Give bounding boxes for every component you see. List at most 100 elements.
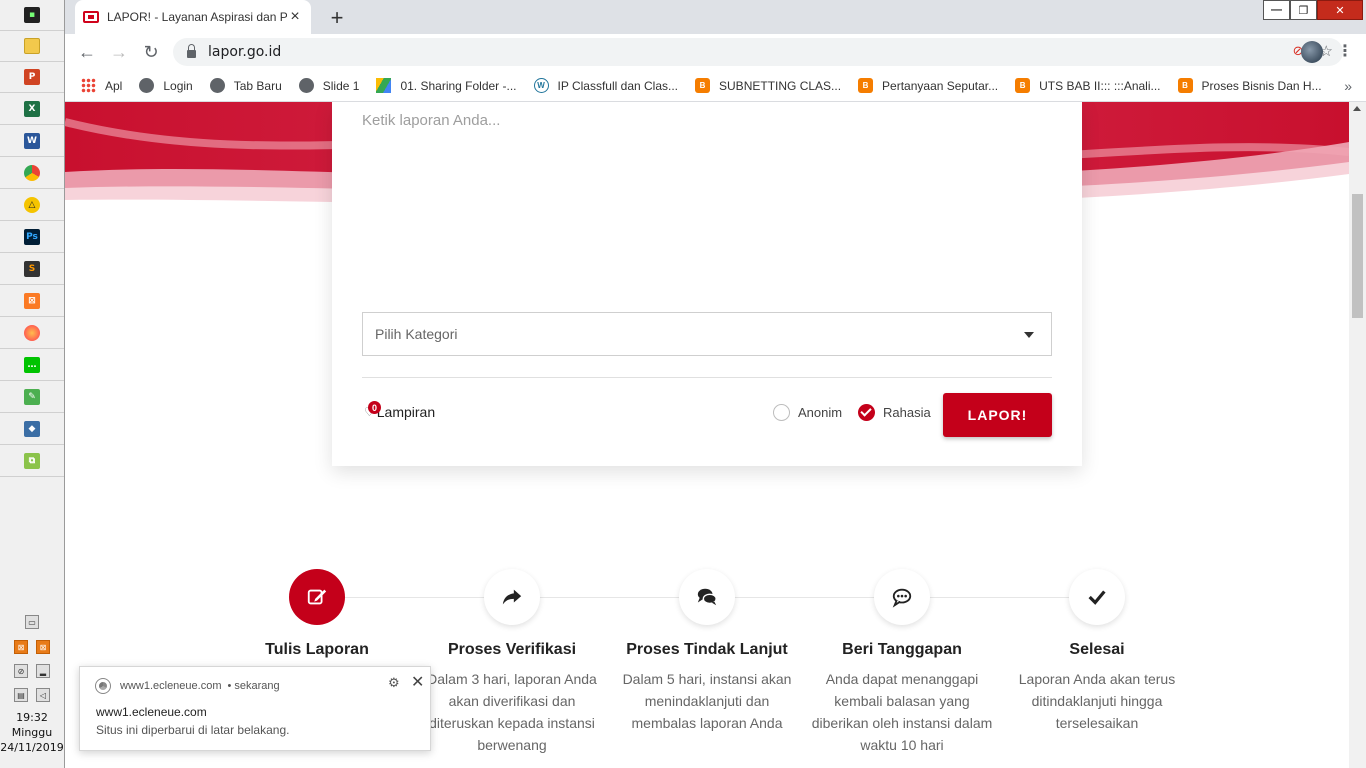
bookmark-sharing-folder[interactable]: 01. Sharing Folder -...: [376, 78, 517, 93]
checkmark-icon: [1069, 569, 1125, 625]
globe-icon: [209, 78, 225, 93]
attachment-label: Lampiran: [376, 404, 436, 420]
blogger-icon: B: [1177, 78, 1193, 93]
notification-time: • sekarang: [227, 680, 280, 692]
taskbar-photoshop-icon[interactable]: Ps: [0, 222, 64, 253]
bookmarks-bar: Apl Login Tab Baru Slide 1 01. Sharing F…: [65, 70, 1366, 102]
bookmark-slide-1[interactable]: Slide 1: [298, 78, 359, 93]
google-drive-icon: [376, 78, 392, 93]
scroll-up-arrow-icon[interactable]: [1353, 106, 1361, 111]
attachment-button[interactable]: ♡0 Lampiran: [364, 401, 436, 420]
report-form-card: Pilih Kategori ♡0 Lampiran Anonim Rahasi…: [332, 102, 1082, 466]
step-title: Tulis Laporan: [265, 641, 369, 658]
bookmarks-overflow-chevron-icon[interactable]: »: [1344, 78, 1352, 94]
blogger-icon: B: [695, 78, 711, 93]
browser-chrome: LAPOR! - Layanan Aspirasi dan Pengaduan …: [65, 0, 1366, 102]
bookmark-login[interactable]: Login: [139, 78, 193, 93]
forward-arrow-icon[interactable]: →: [107, 40, 131, 64]
lapor-submit-button[interactable]: LAPOR!: [943, 393, 1052, 437]
step-title: Beri Tanggapan: [842, 641, 962, 658]
tab-title: LAPOR! - Layanan Aspirasi dan Pengaduan: [107, 10, 287, 24]
clock-time: 19:32: [16, 711, 48, 724]
report-textarea[interactable]: [362, 112, 1052, 292]
new-tab-button[interactable]: +: [323, 4, 351, 32]
taskbar-powerpoint-icon[interactable]: P: [0, 62, 64, 93]
bookmark-uts-bab[interactable]: B UTS BAB II::: :::Anali...: [1015, 78, 1161, 93]
paperclip-icon: ♡0: [364, 401, 381, 419]
close-icon[interactable]: ✕: [411, 672, 424, 692]
tab-close-icon[interactable]: ×: [287, 8, 303, 26]
notification-body: Situs ini diperbarui di latar belakang.: [96, 723, 290, 737]
bookmark-subnetting[interactable]: B SUBNETTING CLAS...: [695, 78, 841, 93]
notification-header: www1.ecleneue.com • sekarang: [95, 678, 280, 694]
signal-icon[interactable]: ▂: [36, 664, 50, 678]
step-title: Proses Tindak Lanjut: [626, 641, 788, 658]
bookmark-apl[interactable]: Apl: [81, 78, 122, 93]
browser-tab-lapor[interactable]: LAPOR! - Layanan Aspirasi dan Pengaduan …: [75, 0, 311, 34]
back-arrow-icon[interactable]: ←: [75, 40, 99, 64]
browser-toolbar: ← → ↻ lapor.go.id ⊘ ☆ ⋮: [65, 34, 1366, 70]
clipboard-icon[interactable]: ▤: [14, 688, 28, 702]
taskbar-network-icon[interactable]: ⧉: [0, 446, 64, 477]
address-url: lapor.go.id: [208, 44, 282, 60]
taskbar-terminal-icon[interactable]: ▪: [0, 0, 64, 31]
address-bar[interactable]: lapor.go.id ⊘ ☆: [173, 38, 1343, 66]
volume-icon[interactable]: ◁: [36, 688, 50, 702]
wordpress-icon: W: [533, 78, 549, 93]
lapor-favicon-icon: [83, 11, 99, 23]
xampp-tray-icon[interactable]: ⊠: [14, 640, 28, 654]
taskbar-word-icon[interactable]: W: [0, 126, 64, 157]
maximize-button[interactable]: ❐: [1290, 0, 1317, 20]
close-window-button[interactable]: ✕: [1317, 0, 1363, 20]
bookmark-ip-classfull[interactable]: W IP Classfull dan Clas...: [533, 78, 678, 93]
notification-source: www1.ecleneue.com: [120, 680, 222, 692]
scrollbar-thumb[interactable]: [1352, 194, 1363, 318]
bookmark-tab-baru[interactable]: Tab Baru: [209, 78, 282, 93]
bookmark-pertanyaan[interactable]: B Pertanyaan Seputar...: [858, 78, 998, 93]
clock-date: 24/11/2019: [0, 741, 64, 754]
comments-icon: [679, 569, 735, 625]
tray-row-3: ⊘ ▂: [0, 664, 64, 678]
edit-icon: [289, 569, 345, 625]
printer-error-icon[interactable]: ⊘: [14, 664, 28, 678]
radio-unchecked-icon: [773, 404, 790, 421]
comment-dots-icon: [874, 569, 930, 625]
gear-icon[interactable]: ⚙: [388, 675, 400, 691]
checkmark-circle-icon: [858, 404, 875, 421]
taskbar: ▪ P X W △ Ps S ⊠ … ✎ ◆ ⧉ ▭ ⊠ ⊠ ⊘ ▂ ▤ ◁ 1…: [0, 0, 65, 768]
taskbar-clock[interactable]: 19:32 Minggu 24/11/2019: [0, 710, 64, 755]
blogger-icon: B: [1015, 78, 1031, 93]
anonim-radio[interactable]: Anonim: [773, 404, 842, 421]
lock-icon[interactable]: [187, 44, 196, 58]
globe-icon: [298, 78, 314, 93]
taskbar-xampp-icon[interactable]: ⊠: [0, 286, 64, 317]
monitor-icon[interactable]: ▭: [25, 615, 39, 629]
taskbar-sublime-icon[interactable]: S: [0, 254, 64, 285]
tray-row-2: ⊠ ⊠: [0, 640, 64, 654]
caret-down-icon: [1024, 332, 1034, 338]
bookmark-proses-bisnis[interactable]: B Proses Bisnis Dan H...: [1177, 78, 1322, 93]
share-arrow-icon: [484, 569, 540, 625]
clock-day: Minggu: [11, 726, 53, 739]
xampp-tray-icon-2[interactable]: ⊠: [36, 640, 50, 654]
taskbar-app-icon[interactable]: △: [0, 190, 64, 221]
chrome-icon: [95, 678, 111, 694]
minimize-button[interactable]: —: [1263, 0, 1290, 20]
taskbar-firefox-icon[interactable]: [0, 318, 64, 349]
category-select[interactable]: Pilih Kategori: [362, 312, 1052, 356]
push-notification[interactable]: www1.ecleneue.com • sekarang ⚙ ✕ www1.ec…: [79, 666, 431, 751]
taskbar-notepad-icon[interactable]: ✎: [0, 382, 64, 413]
taskbar-excel-icon[interactable]: X: [0, 94, 64, 125]
taskbar-file-explorer-icon[interactable]: [0, 31, 64, 62]
apps-grid-icon: [81, 78, 96, 93]
browser-menu-icon[interactable]: ⋮: [1337, 41, 1353, 63]
taskbar-chrome-icon[interactable]: [0, 158, 64, 189]
taskbar-virtualbox-icon[interactable]: ◆: [0, 414, 64, 445]
page-scrollbar[interactable]: [1349, 102, 1366, 768]
taskbar-line-icon[interactable]: …: [0, 350, 64, 381]
step-desc: Laporan Anda akan terus ditindaklanjuti …: [1018, 671, 1176, 731]
globe-icon: [139, 78, 155, 93]
reload-icon[interactable]: ↻: [139, 40, 163, 64]
rahasia-checkbox[interactable]: Rahasia: [858, 404, 931, 421]
profile-avatar[interactable]: [1301, 41, 1323, 63]
